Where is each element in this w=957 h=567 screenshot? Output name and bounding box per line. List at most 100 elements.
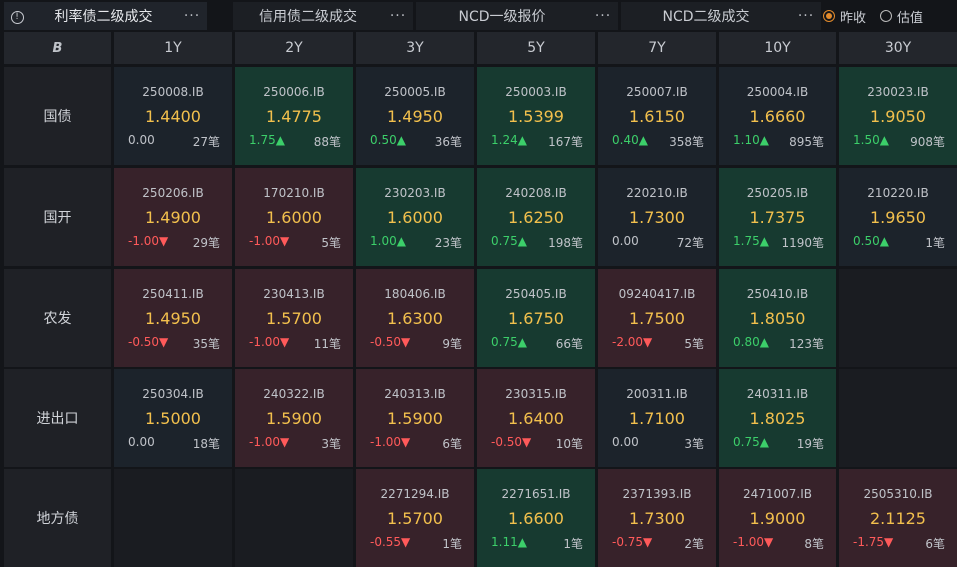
- trade-count: 198笔: [548, 236, 583, 250]
- bond-yield: 1.7500: [629, 309, 685, 328]
- quote-cell[interactable]: 210220.IB 1.9650 0.50▲ 1笔: [839, 168, 957, 266]
- bond-yield: 1.6000: [387, 208, 443, 227]
- bond-code: 250008.IB: [142, 85, 204, 99]
- bond-yield: 1.4950: [145, 309, 201, 328]
- yield-change: 0.80▲: [733, 335, 769, 349]
- quote-cell[interactable]: 2505310.IB 2.1125 -1.75▼ 6笔: [839, 469, 957, 567]
- quote-cell[interactable]: 2271651.IB 1.6600 1.11▲ 1笔: [477, 469, 595, 567]
- quote-cell[interactable]: 250006.IB 1.4775 1.75▲ 88笔: [235, 67, 353, 165]
- radio-valuation[interactable]: 估值: [880, 7, 923, 26]
- yield-change: 1.50▲: [853, 133, 889, 147]
- quote-cell[interactable]: 240311.IB 1.8025 0.75▲ 19笔: [719, 369, 836, 467]
- bond-yield: 1.6150: [629, 107, 685, 126]
- more-icon[interactable]: ···: [791, 8, 821, 24]
- yield-change: 0.00: [128, 133, 155, 147]
- row-label: 进出口: [4, 369, 111, 467]
- trade-count: 8笔: [804, 537, 824, 551]
- bond-code: 2371393.IB: [622, 487, 692, 501]
- bond-code: 250411.IB: [142, 287, 204, 301]
- row-label: 地方债: [4, 469, 111, 567]
- yield-change: 1.24▲: [491, 133, 527, 147]
- bond-code: 250003.IB: [505, 85, 567, 99]
- yield-change: 1.11▲: [491, 535, 527, 549]
- trade-count: 3笔: [684, 437, 704, 451]
- info-icon[interactable]: !: [4, 8, 30, 24]
- price-basis-radio-group: 昨收 估值: [823, 2, 937, 30]
- trade-count: 18笔: [192, 437, 220, 451]
- tab-ncd-secondary[interactable]: NCD二级成交 ···: [621, 2, 821, 30]
- quote-cell[interactable]: 2471007.IB 1.9000 -1.00▼ 8笔: [719, 469, 836, 567]
- trade-count: 9笔: [442, 337, 462, 351]
- quote-cell[interactable]: 230023.IB 1.9050 1.50▲ 908笔: [839, 67, 957, 165]
- more-icon[interactable]: ···: [383, 8, 413, 24]
- quote-cell[interactable]: 2371393.IB 1.7300 -0.75▼ 2笔: [598, 469, 716, 567]
- tenor-header-5y: 5Y: [477, 32, 595, 64]
- quote-cell[interactable]: 240208.IB 1.6250 0.75▲ 198笔: [477, 168, 595, 266]
- bond-code: 240208.IB: [505, 186, 567, 200]
- quote-cell[interactable]: 180406.IB 1.6300 -0.50▼ 9笔: [356, 269, 474, 367]
- quote-cell[interactable]: 170210.IB 1.6000 -1.00▼ 5笔: [235, 168, 353, 266]
- more-icon[interactable]: ···: [177, 8, 207, 24]
- bond-code: 240313.IB: [384, 387, 446, 401]
- trade-count: 895笔: [789, 135, 824, 149]
- bond-code: 210220.IB: [867, 186, 929, 200]
- quote-cell[interactable]: 230413.IB 1.5700 -1.00▼ 11笔: [235, 269, 353, 367]
- quote-cell[interactable]: 250411.IB 1.4950 -0.50▼ 35笔: [114, 269, 232, 367]
- yield-change: -1.75▼: [853, 535, 894, 549]
- bond-yield: 2.1125: [870, 509, 926, 528]
- trade-count: 5笔: [684, 337, 704, 351]
- quote-cell[interactable]: 230315.IB 1.6400 -0.50▼ 10笔: [477, 369, 595, 467]
- yield-change: 1.10▲: [733, 133, 769, 147]
- trade-count: 11笔: [313, 337, 341, 351]
- quote-cell[interactable]: 250007.IB 1.6150 0.40▲ 358笔: [598, 67, 716, 165]
- yield-change: -0.50▼: [370, 335, 411, 349]
- quote-cell[interactable]: 250005.IB 1.4950 0.50▲ 36笔: [356, 67, 474, 165]
- bond-code: 250206.IB: [142, 186, 204, 200]
- tab-credit-bond-secondary[interactable]: 信用债二级成交 ···: [233, 2, 413, 30]
- tab-rate-bond-secondary[interactable]: ! 利率债二级成交 ···: [4, 2, 207, 30]
- yield-change: -1.00▼: [128, 234, 169, 248]
- bond-yield: 1.4950: [387, 107, 443, 126]
- bond-code: 250007.IB: [626, 85, 688, 99]
- quote-cell[interactable]: 240313.IB 1.5900 -1.00▼ 6笔: [356, 369, 474, 467]
- bond-yield: 1.7300: [629, 208, 685, 227]
- quote-cell[interactable]: 250206.IB 1.4900 -1.00▼ 29笔: [114, 168, 232, 266]
- bond-yield: 1.4775: [266, 107, 322, 126]
- empty-cell: [839, 269, 957, 367]
- tenor-header-1y: 1Y: [114, 32, 232, 64]
- bond-yield: 1.5900: [266, 409, 322, 428]
- bond-code: 2505310.IB: [863, 487, 933, 501]
- yield-change: 0.75▲: [491, 234, 527, 248]
- yield-change: -1.00▼: [249, 234, 290, 248]
- quote-cell[interactable]: 250304.IB 1.5000 0.00 18笔: [114, 369, 232, 467]
- bond-yield: 1.6300: [387, 309, 443, 328]
- quote-cell[interactable]: 250410.IB 1.8050 0.80▲ 123笔: [719, 269, 836, 367]
- more-icon[interactable]: ···: [588, 8, 618, 24]
- quote-cell[interactable]: 250405.IB 1.6750 0.75▲ 66笔: [477, 269, 595, 367]
- bond-code: 230413.IB: [263, 287, 325, 301]
- quote-cell[interactable]: 250003.IB 1.5399 1.24▲ 167笔: [477, 67, 595, 165]
- trade-count: 66笔: [555, 337, 583, 351]
- quote-cell[interactable]: 230203.IB 1.6000 1.00▲ 23笔: [356, 168, 474, 266]
- quote-cell[interactable]: 250004.IB 1.6660 1.10▲ 895笔: [719, 67, 836, 165]
- yield-change: -0.55▼: [370, 535, 411, 549]
- bond-yield: 1.6250: [508, 208, 564, 227]
- yield-matrix: B 1Y 2Y 3Y 5Y 7Y 10Y 30Y 国债 250008.IB 1.4400 0.00 2…: [0, 32, 957, 567]
- radio-prev-close[interactable]: 昨收: [823, 7, 866, 26]
- yield-change: 1.75▲: [733, 234, 769, 248]
- bond-yield: 1.6400: [508, 409, 564, 428]
- quote-cell[interactable]: 2271294.IB 1.5700 -0.55▼ 1笔: [356, 469, 474, 567]
- quote-cell[interactable]: 09240417.IB 1.7500 -2.00▼ 5笔: [598, 269, 716, 367]
- yield-change: 0.40▲: [612, 133, 648, 147]
- quote-cell[interactable]: 200311.IB 1.7100 0.00 3笔: [598, 369, 716, 467]
- brand-logo-icon: B: [52, 40, 63, 56]
- tab-ncd-primary-quote[interactable]: NCD一级报价 ···: [416, 2, 618, 30]
- quote-cell[interactable]: 220210.IB 1.7300 0.00 72笔: [598, 168, 716, 266]
- quote-cell[interactable]: 240322.IB 1.5900 -1.00▼ 3笔: [235, 369, 353, 467]
- bond-yield: 1.7375: [749, 208, 806, 227]
- quote-cell[interactable]: 250008.IB 1.4400 0.00 27笔: [114, 67, 232, 165]
- bond-yield: 1.6660: [749, 107, 806, 126]
- trade-count: 3笔: [321, 437, 341, 451]
- quote-cell[interactable]: 250205.IB 1.7375 1.75▲ 1190笔: [719, 168, 836, 266]
- yield-change: 1.00▲: [370, 234, 406, 248]
